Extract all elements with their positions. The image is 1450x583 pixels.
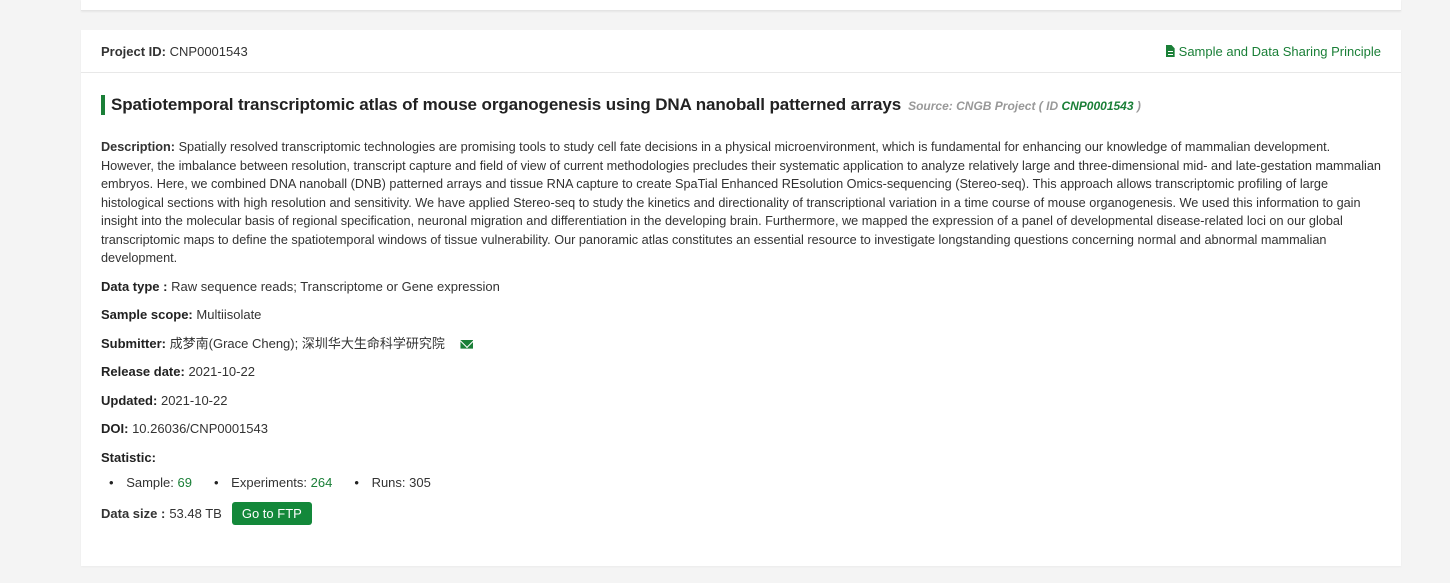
data-size-label: Data size :	[101, 506, 166, 521]
description-text: Spatially resolved transcriptomic techno…	[101, 140, 1381, 265]
project-body: Spatiotemporal transcriptomic atlas of m…	[81, 95, 1401, 525]
sample-scope-value: Multiisolate	[196, 307, 262, 322]
project-title: Spatiotemporal transcriptomic atlas of m…	[111, 95, 902, 114]
statistic-list: Sample: 69 Experiments: 264 Runs: 305	[109, 475, 1381, 490]
release-date-label: Release date:	[101, 364, 185, 379]
project-id: Project ID: CNP0001543	[101, 44, 248, 59]
source-id-link[interactable]: CNP0001543	[1061, 99, 1133, 113]
previous-card	[81, 0, 1401, 11]
submitter-value: 成梦南(Grace Cheng); 深圳华大生命科学研究院	[169, 335, 445, 351]
project-id-value: CNP0001543	[169, 43, 248, 59]
stat-experiments-link[interactable]: 264	[311, 475, 333, 490]
sharing-principle-label: Sample and Data Sharing Principle	[1178, 43, 1381, 59]
data-type-label: Data type :	[101, 278, 168, 294]
updated-row: Updated: 2021-10-22	[101, 392, 1381, 411]
file-text-icon	[1165, 45, 1175, 57]
release-date-row: Release date: 2021-10-22	[101, 363, 1381, 382]
description: Description: Spatially resolved transcri…	[101, 138, 1381, 268]
stat-sample-link[interactable]: 69	[178, 475, 192, 490]
updated-label: Updated:	[101, 392, 158, 408]
stat-experiments-label: Experiments:	[231, 475, 308, 490]
statistic-row: Statistic:	[101, 449, 1381, 468]
source-suffix: )	[1136, 99, 1141, 113]
doi-label: DOI:	[101, 421, 129, 436]
stat-runs-value: 305	[409, 475, 431, 490]
project-id-label: Project ID:	[101, 43, 167, 59]
source-info: Source: CNGB Project ( ID CNP0001543 )	[908, 99, 1141, 113]
data-type-row: Data type : Raw sequence reads; Transcri…	[101, 278, 1381, 297]
go-to-ftp-button[interactable]: Go to FTP	[231, 502, 312, 525]
data-type-value: Raw sequence reads; Transcriptome or Gen…	[171, 278, 500, 294]
title-row: Spatiotemporal transcriptomic atlas of m…	[101, 95, 1381, 115]
envelope-icon[interactable]	[460, 339, 474, 349]
submitter-label: Submitter:	[101, 335, 166, 351]
submitter-row: Submitter: 成梦南(Grace Cheng); 深圳华大生命科学研究院	[101, 335, 1381, 354]
project-card: Project ID: CNP0001543 Sample and Data S…	[81, 30, 1401, 566]
data-size-value: 53.48 TB	[169, 506, 222, 521]
stat-experiments: Experiments: 264	[214, 475, 332, 490]
stat-runs: Runs: 305	[354, 475, 431, 490]
doi-value: 10.26036/CNP0001543	[132, 421, 268, 436]
stat-sample-label: Sample:	[126, 475, 174, 490]
release-date-value: 2021-10-22	[188, 364, 255, 379]
project-header: Project ID: CNP0001543 Sample and Data S…	[81, 30, 1401, 73]
data-size-row: Data size : 53.48 TB Go to FTP	[101, 502, 1381, 525]
sample-scope-row: Sample scope: Multiisolate	[101, 306, 1381, 325]
source-prefix: Source: CNGB Project ( ID	[908, 99, 1059, 113]
description-label: Description:	[101, 140, 176, 154]
sharing-principle-link[interactable]: Sample and Data Sharing Principle	[1165, 43, 1381, 59]
stat-runs-label: Runs:	[371, 475, 406, 490]
doi-row: DOI: 10.26036/CNP0001543	[101, 420, 1381, 439]
stat-sample: Sample: 69	[109, 475, 192, 490]
statistic-label: Statistic:	[101, 449, 156, 465]
updated-value: 2021-10-22	[160, 392, 228, 408]
sample-scope-label: Sample scope:	[101, 307, 193, 322]
